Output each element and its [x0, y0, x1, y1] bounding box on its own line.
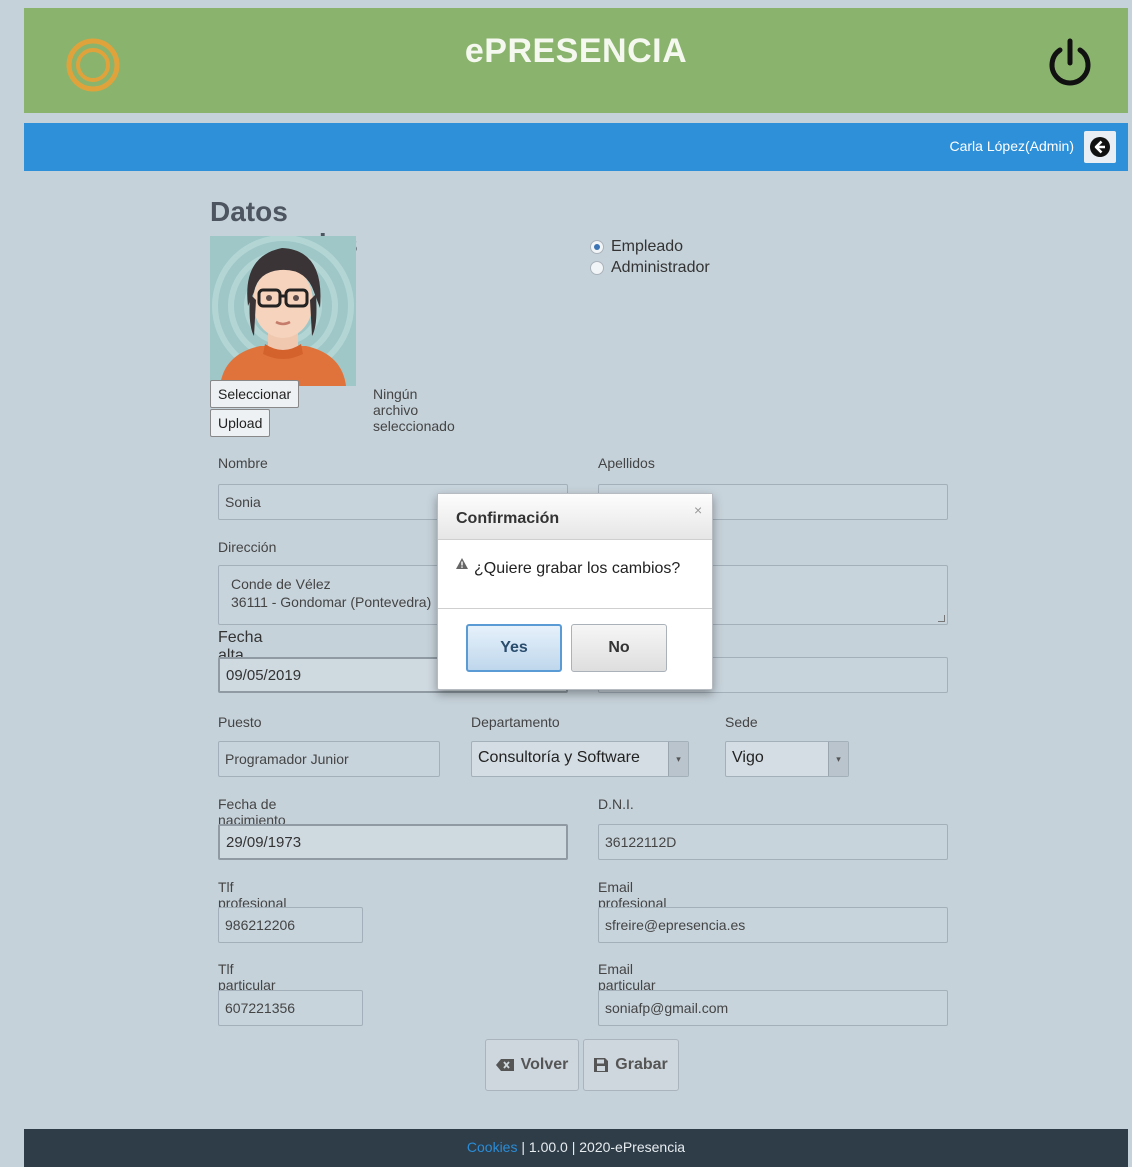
yes-button[interactable]: Yes [466, 624, 562, 672]
footer: Cookies | 1.00.0 | 2020-ePresencia [24, 1129, 1128, 1167]
sede-select[interactable]: Vigo ▾ [725, 741, 849, 777]
upload-button[interactable]: Upload [210, 409, 271, 437]
radio-empleado-dot[interactable] [590, 240, 604, 254]
radio-administrador-dot[interactable] [590, 261, 604, 275]
no-button[interactable]: No [571, 624, 667, 672]
confirmation-dialog: Confirmación × ¿Quiere grabar los cambio… [437, 493, 713, 690]
close-icon[interactable]: × [694, 502, 702, 518]
tlf-particular-field[interactable]: 607221356 [218, 990, 363, 1026]
app-title: ePRESENCIA [464, 32, 688, 70]
dni-label: D.N.I. [598, 796, 634, 812]
tlf-profesional-field[interactable]: 986212206 [218, 907, 363, 943]
chevron-down-icon[interactable]: ▾ [668, 742, 688, 776]
file-status: Ningún archivo seleccionado [373, 386, 455, 434]
dialog-title: Confirmación [456, 510, 560, 527]
dialog-header: Confirmación × [438, 494, 712, 540]
role-radio-group: Empleado Administrador [590, 238, 724, 280]
grabar-button[interactable]: Grabar [583, 1039, 679, 1091]
email-profesional-field[interactable]: sfreire@epresencia.es [598, 907, 948, 943]
resize-handle[interactable] [938, 615, 945, 622]
apellidos-label: Apellidos [598, 455, 655, 471]
radio-empleado[interactable]: Empleado [590, 238, 683, 256]
puesto-field[interactable]: Programador Junior [218, 741, 440, 777]
radio-administrador[interactable]: Administrador [590, 259, 710, 277]
user-bar: Carla López(Admin) [24, 123, 1128, 171]
backspace-icon [495, 1059, 514, 1071]
departamento-value: Consultoría y Software [478, 749, 640, 766]
tlf-particular-label: Tlf particular [218, 961, 276, 993]
cookies-link[interactable]: Cookies [467, 1139, 518, 1155]
departamento-label: Departamento [471, 714, 560, 730]
chevron-down-icon[interactable]: ▾ [828, 742, 848, 776]
radio-administrador-label: Administrador [611, 259, 710, 276]
top-header: ePRESENCIA [24, 8, 1128, 113]
radio-empleado-label: Empleado [611, 238, 684, 255]
sede-value: Vigo [732, 749, 764, 766]
email-particular-label: Email particular [598, 961, 656, 993]
dialog-divider [438, 608, 712, 609]
sede-label: Sede [725, 714, 758, 730]
choose-file-button[interactable]: Seleccionar archivo [210, 380, 300, 428]
email-particular-field[interactable]: soniafp@gmail.com [598, 990, 948, 1026]
back-arrow-icon [1090, 137, 1110, 157]
save-icon [594, 1058, 609, 1072]
departamento-select[interactable]: Consultoría y Software ▾ [471, 741, 689, 777]
power-icon[interactable] [1044, 37, 1096, 89]
warning-icon [456, 558, 468, 569]
dni-field[interactable]: 36122112D [598, 824, 948, 860]
volver-label: Volver [520, 1056, 569, 1073]
dialog-message: ¿Quiere grabar los cambios? [474, 560, 681, 577]
puesto-label: Puesto [218, 714, 262, 730]
back-button[interactable] [1084, 131, 1116, 163]
volver-button[interactable]: Volver [485, 1039, 579, 1091]
grabar-label: Grabar [615, 1056, 668, 1073]
avatar [210, 236, 356, 386]
fecha-nacimiento-field[interactable]: 29/09/1973 [218, 824, 568, 860]
nombre-label: Nombre [218, 455, 268, 471]
direccion-label: Dirección [218, 539, 277, 555]
user-label: Carla López(Admin) [949, 138, 1075, 154]
footer-text: | 1.00.0 | 2020-ePresencia [517, 1139, 686, 1155]
